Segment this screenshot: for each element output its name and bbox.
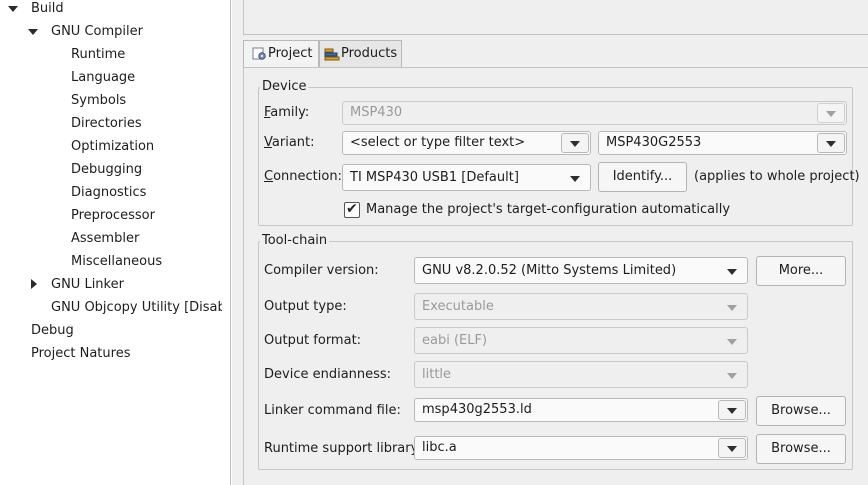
variant-combo[interactable]: MSP430G2553	[598, 131, 847, 155]
manage-target-config-checkbox[interactable]: ✔	[344, 201, 360, 218]
chevron-down-icon	[727, 304, 737, 311]
output-type-value: Executable	[422, 299, 494, 314]
manage-target-config-label[interactable]: Manage the project's target-configuratio…	[366, 201, 730, 219]
configuration-area	[243, 0, 868, 35]
tree-item-label: Diagnostics	[71, 185, 147, 200]
family-value: MSP430	[350, 105, 403, 120]
connection-combo[interactable]: TI MSP430 USB1 [Default]	[342, 164, 591, 191]
runtime-support-library-dropdown-button[interactable]	[718, 438, 746, 458]
chevron-down-icon	[727, 446, 737, 452]
variant-label: Variant:	[264, 135, 315, 150]
runtime-support-library-label: Runtime support library:	[264, 441, 422, 456]
runtime-support-library-value: libc.a	[422, 440, 457, 455]
output-format-combo: eabi (ELF)	[414, 327, 748, 354]
compiler-version-value: GNU v8.2.0.52 (Mitto Systems Limited)	[422, 263, 677, 278]
tree-item-miscellaneous[interactable]: Miscellaneous	[71, 253, 162, 276]
expand-arrow-icon[interactable]	[8, 6, 18, 12]
device-endianness-value: little	[422, 367, 452, 382]
tree-item-label: Debugging	[71, 162, 143, 177]
tree-item-label: Miscellaneous	[71, 254, 163, 269]
chevron-down-icon	[570, 175, 580, 182]
chevron-down-icon	[826, 141, 836, 147]
tree-item-label: Directories	[71, 116, 142, 131]
tree-item-runtime[interactable]: Runtime	[71, 46, 125, 69]
tab-label: Project	[268, 46, 313, 61]
chevron-down-icon	[570, 141, 580, 147]
tree-item-label: Optimization	[71, 139, 155, 154]
identify-note: (applies to whole project)	[694, 169, 860, 184]
output-format-value: eabi (ELF)	[422, 333, 488, 348]
project-settings-icon	[252, 47, 266, 60]
tree-item-label: Project Natures	[31, 346, 131, 361]
property-tree: Build GNU Compiler Runtime Language Symb…	[0, 0, 222, 485]
tree-item-assembler[interactable]: Assembler	[71, 230, 139, 253]
device-endianness-label: Device endianness:	[264, 367, 392, 382]
tree-item-label: GNU Linker	[51, 277, 124, 292]
compiler-version-combo[interactable]: GNU v8.2.0.52 (Mitto Systems Limited)	[414, 257, 748, 284]
tree-item-label: Language	[71, 70, 136, 85]
more-button[interactable]: More...	[756, 256, 846, 286]
tab-label: Products	[341, 46, 398, 61]
device-endianness-combo: little	[414, 361, 748, 388]
tree-item-preprocessor[interactable]: Preprocessor	[71, 207, 155, 230]
identify-button[interactable]: Identify...	[598, 162, 687, 192]
browse-linker-button[interactable]: Browse...	[756, 396, 846, 426]
chevron-down-icon	[727, 372, 737, 379]
tree-item-diagnostics[interactable]: Diagnostics	[71, 184, 146, 207]
tree-item-label: GNU Compiler	[51, 24, 143, 39]
output-type-label: Output type:	[264, 299, 347, 314]
tree-item-label: Runtime	[71, 47, 126, 62]
variant-filter-input[interactable]: <select or type filter text>	[342, 131, 591, 155]
tree-item-label: Assembler	[71, 231, 140, 246]
tree-item-label: Build	[31, 1, 64, 16]
tree-item-language[interactable]: Language	[71, 69, 135, 92]
chevron-down-icon	[727, 268, 737, 275]
expand-arrow-icon[interactable]	[28, 29, 38, 35]
family-combo: MSP430	[342, 101, 847, 125]
tree-item-label: GNU Objcopy Utility [Disabled]	[51, 300, 222, 315]
connection-label: Connection:	[264, 169, 342, 184]
tree-item-optimization[interactable]: Optimization	[71, 138, 154, 161]
connection-value: TI MSP430 USB1 [Default]	[350, 170, 519, 185]
linker-command-file-dropdown-button[interactable]	[718, 400, 746, 420]
linker-command-file-value: msp430g2553.ld	[422, 402, 532, 417]
chevron-down-icon	[727, 338, 737, 345]
chevron-down-icon	[727, 408, 737, 414]
tab-project[interactable]: Project	[243, 40, 319, 68]
checkmark-icon: ✔	[346, 201, 358, 217]
runtime-support-library-combo[interactable]: libc.a	[414, 436, 748, 460]
family-label: Family:	[264, 105, 310, 120]
variant-value: MSP430G2553	[606, 135, 702, 150]
chevron-down-icon	[826, 111, 836, 117]
variant-filter-text: <select or type filter text>	[350, 135, 526, 150]
linker-command-file-label: Linker command file:	[264, 403, 401, 418]
variant-filter-dropdown-button[interactable]	[561, 133, 589, 153]
tree-item-project-natures[interactable]: Project Natures	[31, 345, 130, 368]
device-group-title: Device	[260, 79, 309, 95]
tree-item-debug[interactable]: Debug	[31, 322, 74, 345]
variant-dropdown-button[interactable]	[817, 133, 845, 153]
linker-command-file-combo[interactable]: msp430g2553.ld	[414, 398, 748, 422]
tab-products[interactable]: Products	[319, 40, 402, 67]
output-format-label: Output format:	[264, 333, 362, 348]
expand-arrow-icon[interactable]	[31, 279, 37, 289]
toolchain-group-title: Tool-chain	[260, 233, 330, 249]
output-type-combo: Executable	[414, 293, 748, 320]
tree-item-symbols[interactable]: Symbols	[71, 92, 126, 115]
products-icon	[324, 48, 340, 61]
settings-panel: Project Products Device Family: MSP430 V…	[232, 0, 868, 485]
tree-item-label: Symbols	[71, 93, 127, 108]
browse-runtime-button[interactable]: Browse...	[756, 434, 846, 464]
compiler-version-label: Compiler version:	[264, 263, 379, 278]
sash-divider[interactable]	[222, 0, 231, 485]
tree-item-label: Preprocessor	[71, 208, 155, 223]
tree-item-gnu-linker[interactable]: GNU Linker	[0, 276, 222, 299]
tree-item-directories[interactable]: Directories	[71, 115, 142, 138]
tree-item-debugging[interactable]: Debugging	[71, 161, 142, 184]
tree-item-gnu-objcopy[interactable]: GNU Objcopy Utility [Disabled]	[51, 299, 222, 322]
tree-item-gnu-compiler[interactable]: GNU Compiler	[0, 23, 222, 46]
tree-item-label: Debug	[31, 323, 74, 338]
